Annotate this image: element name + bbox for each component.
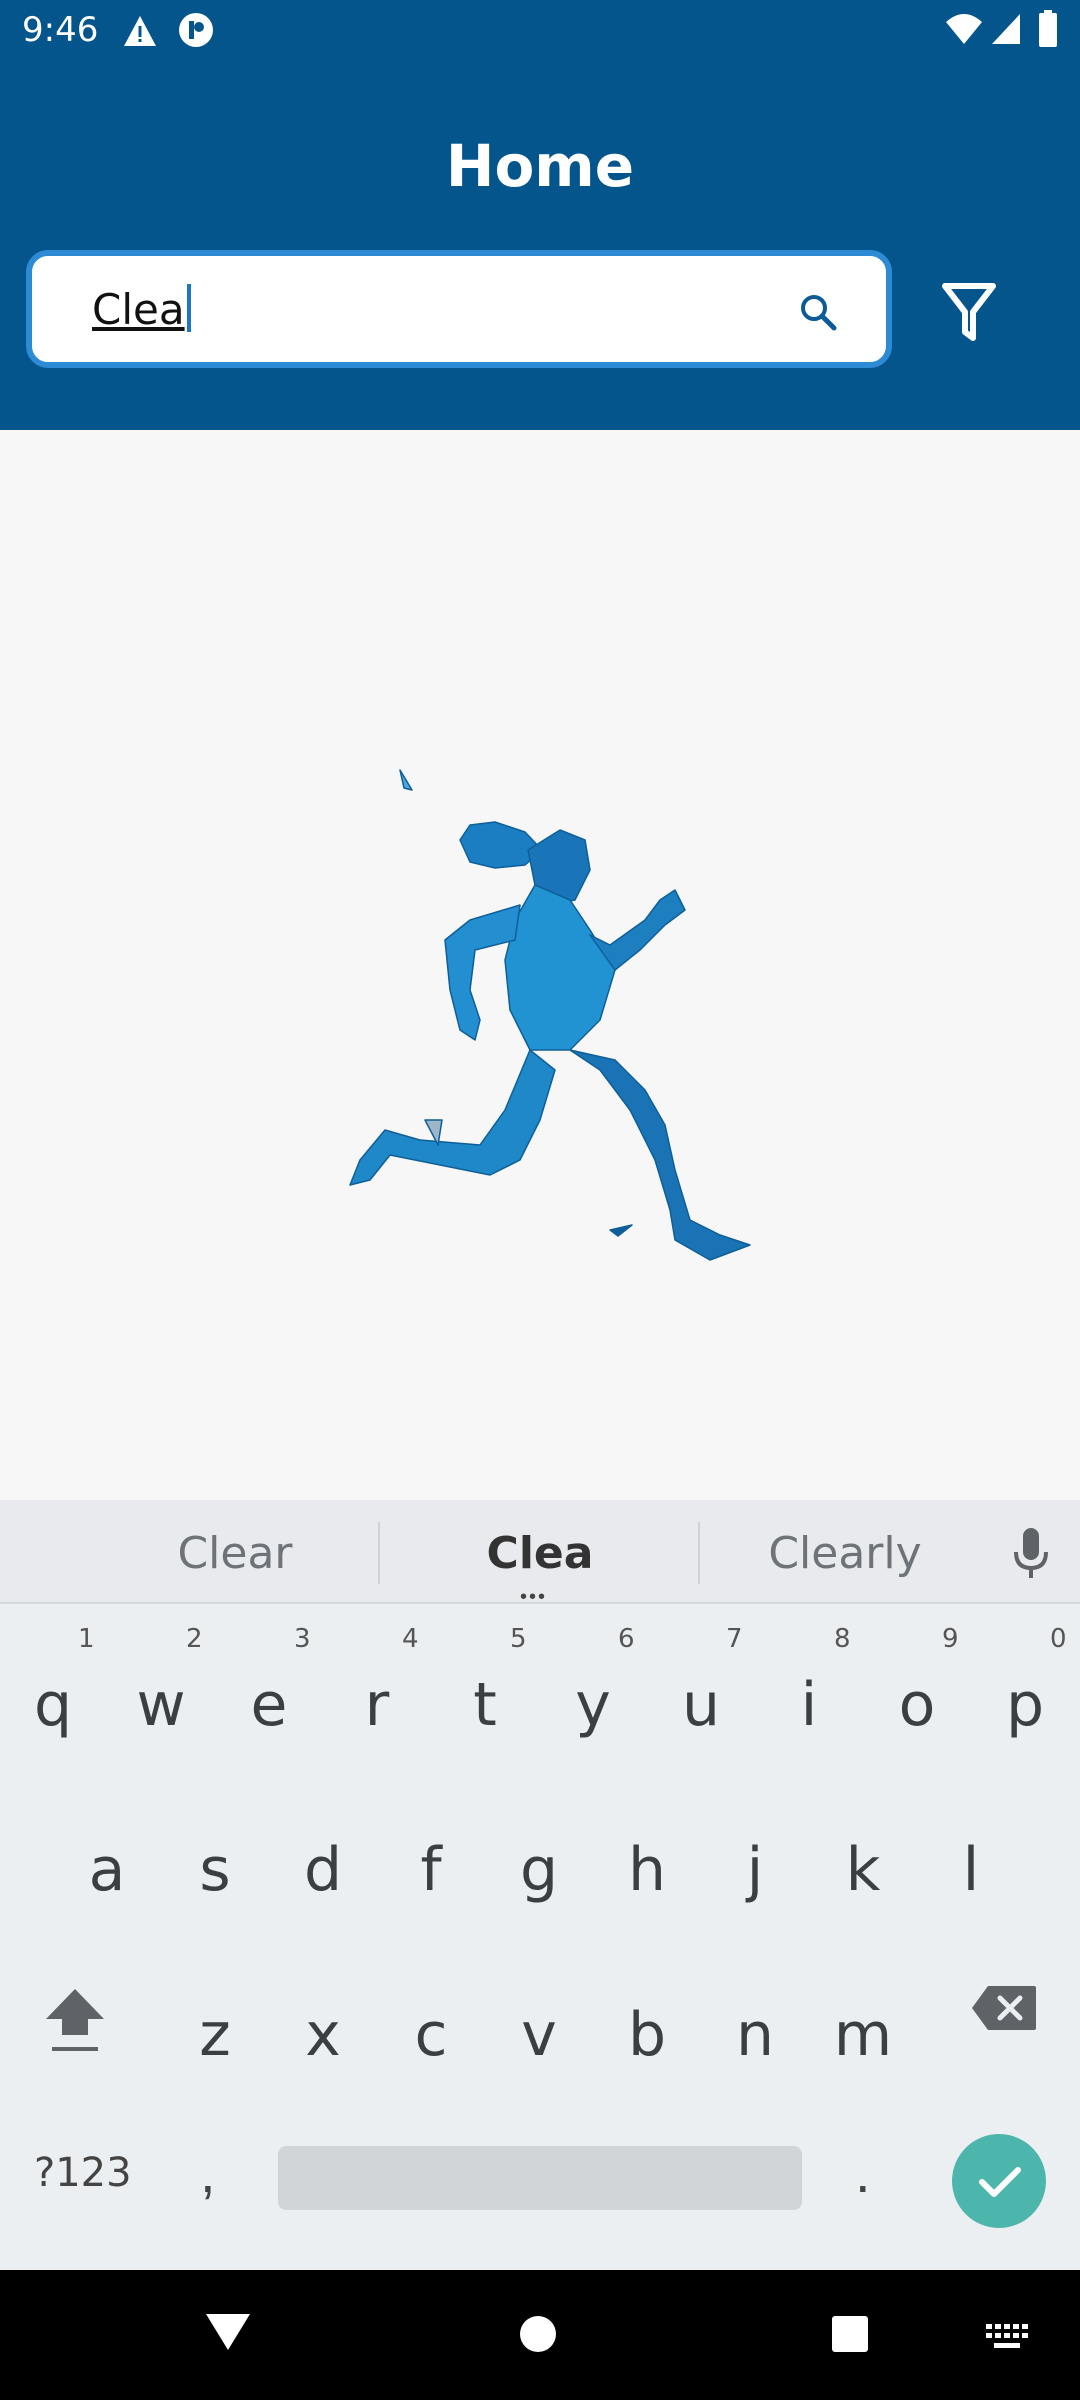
key-hint-5: 5 xyxy=(510,1624,527,1654)
text-caret xyxy=(186,284,191,332)
key-r[interactable]: r xyxy=(346,1670,408,1740)
backspace-icon[interactable] xyxy=(970,1984,1038,2032)
key-j[interactable]: j xyxy=(724,1835,786,1905)
key-t[interactable]: t xyxy=(454,1670,516,1740)
key-i[interactable]: i xyxy=(778,1670,840,1740)
wifi-icon xyxy=(946,14,982,44)
shift-icon[interactable] xyxy=(40,1985,110,2055)
key-hint-7: 7 xyxy=(726,1624,743,1654)
home-nav-icon[interactable] xyxy=(518,2314,558,2354)
suggestion-center[interactable]: Clea xyxy=(410,1528,670,1579)
key-n[interactable]: n xyxy=(724,2000,786,2070)
app-notification-icon xyxy=(179,13,213,47)
space-bar[interactable] xyxy=(278,2146,802,2210)
status-bar: 9:46 xyxy=(0,0,1080,62)
battery-icon xyxy=(1039,10,1057,47)
system-navigation-bar xyxy=(0,2270,1080,2400)
runner-illustration xyxy=(349,769,751,1261)
key-o[interactable]: o xyxy=(886,1670,948,1740)
key-l[interactable]: l xyxy=(940,1835,1002,1905)
key-hint-6: 6 xyxy=(618,1624,635,1654)
key-k[interactable]: k xyxy=(832,1835,894,1905)
main-content xyxy=(0,430,1080,1500)
app-bar: Home Clea xyxy=(0,62,1080,430)
comma-key[interactable]: , xyxy=(200,2140,216,2205)
filter-icon[interactable] xyxy=(942,282,996,342)
key-x[interactable]: x xyxy=(292,2000,354,2070)
period-key[interactable]: . xyxy=(855,2140,871,2205)
soft-keyboard: Clear Clea ••• Clearly q w e r t y u i o… xyxy=(0,1500,1080,2270)
key-b[interactable]: b xyxy=(616,2000,678,2070)
cellular-icon xyxy=(992,14,1020,44)
key-w[interactable]: w xyxy=(130,1670,192,1740)
page-title: Home xyxy=(445,132,635,200)
key-hint-4: 4 xyxy=(402,1624,419,1654)
status-time: 9:46 xyxy=(22,10,99,50)
microphone-icon[interactable] xyxy=(1010,1526,1052,1582)
suggestion-right[interactable]: Clearly xyxy=(720,1528,970,1579)
key-hint-9: 9 xyxy=(942,1624,959,1654)
key-u[interactable]: u xyxy=(670,1670,732,1740)
key-v[interactable]: v xyxy=(508,2000,570,2070)
key-y[interactable]: y xyxy=(562,1670,624,1740)
key-h[interactable]: h xyxy=(616,1835,678,1905)
warning-icon xyxy=(124,16,156,46)
keyboard-switch-icon[interactable] xyxy=(984,2322,1030,2350)
key-q[interactable]: q xyxy=(22,1670,84,1740)
suggestion-divider xyxy=(378,1522,380,1584)
more-suggestions-indicator: ••• xyxy=(520,1586,548,1608)
key-d[interactable]: d xyxy=(292,1835,354,1905)
suggestion-strip: Clear Clea ••• Clearly xyxy=(0,1500,1080,1608)
search-value: Clea xyxy=(92,285,185,334)
key-g[interactable]: g xyxy=(508,1835,570,1905)
key-hint-3: 3 xyxy=(294,1624,311,1654)
enter-button[interactable] xyxy=(952,2134,1046,2228)
key-s[interactable]: s xyxy=(184,1835,246,1905)
recents-nav-icon[interactable] xyxy=(830,2314,870,2354)
symbols-key[interactable]: ?123 xyxy=(34,2150,132,2196)
search-input-text[interactable]: Clea xyxy=(92,284,191,334)
key-p[interactable]: p xyxy=(994,1670,1056,1740)
key-f[interactable]: f xyxy=(400,1835,462,1905)
suggestion-left[interactable]: Clear xyxy=(110,1528,360,1579)
key-hint-8: 8 xyxy=(834,1624,851,1654)
key-z[interactable]: z xyxy=(184,2000,246,2070)
key-c[interactable]: c xyxy=(400,2000,462,2070)
key-a[interactable]: a xyxy=(76,1835,138,1905)
checkmark-icon xyxy=(979,2167,1021,2197)
search-input[interactable]: Clea xyxy=(26,250,892,368)
suggestion-divider xyxy=(698,1522,700,1584)
key-e[interactable]: e xyxy=(238,1670,300,1740)
search-icon[interactable] xyxy=(798,292,838,332)
key-hint-2: 2 xyxy=(186,1624,203,1654)
key-m[interactable]: m xyxy=(832,2000,894,2070)
key-hint-1: 1 xyxy=(78,1624,95,1654)
key-hint-0: 0 xyxy=(1050,1624,1067,1654)
back-nav-icon[interactable] xyxy=(204,2310,252,2354)
